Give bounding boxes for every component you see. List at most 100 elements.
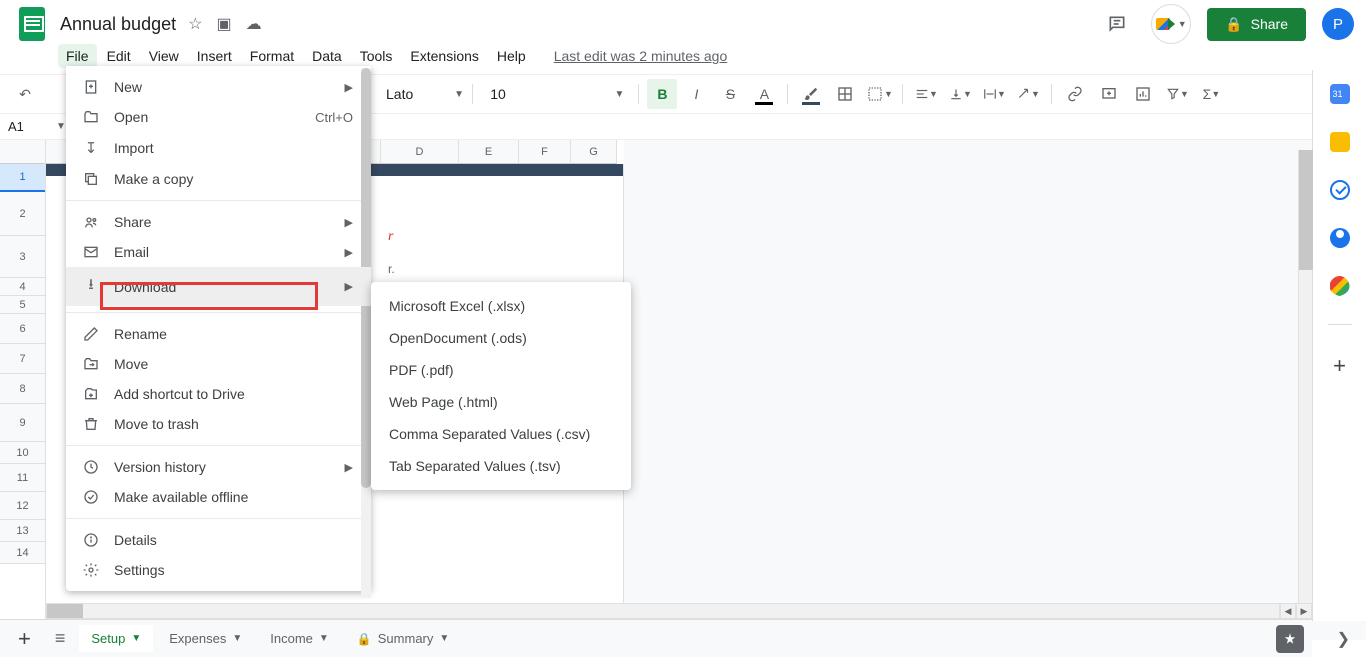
get-addons-button[interactable]: + <box>1333 353 1346 379</box>
insert-chart-button[interactable] <box>1128 79 1158 109</box>
undo-button[interactable]: ↶ <box>10 79 40 109</box>
borders-button[interactable] <box>830 79 860 109</box>
menu-item-email[interactable]: Email▶ <box>66 237 371 267</box>
calendar-icon[interactable] <box>1330 84 1350 104</box>
menu-item-download[interactable]: ⭳Download▶ <box>66 267 371 306</box>
insert-link-button[interactable] <box>1060 79 1090 109</box>
menu-item-offline[interactable]: Make available offline <box>66 482 371 512</box>
menu-item-rename[interactable]: Rename <box>66 319 371 349</box>
add-sheet-button[interactable]: + <box>8 626 41 652</box>
bold-button[interactable]: B <box>647 79 677 109</box>
meet-button[interactable]: ▼ <box>1151 4 1191 44</box>
menu-item-details[interactable]: Details <box>66 525 371 555</box>
horizontal-align-button[interactable]: ▼ <box>911 79 941 109</box>
row-header-12[interactable]: 12 <box>0 492 45 520</box>
history-icon <box>80 459 102 475</box>
menu-item-settings[interactable]: Settings <box>66 555 371 585</box>
col-header-g[interactable]: G <box>571 140 617 164</box>
name-box[interactable]: A1 <box>8 119 52 134</box>
menu-item-make-copy[interactable]: Make a copy <box>66 164 371 194</box>
hide-side-panel-button[interactable]: ❯ <box>1337 629 1350 649</box>
move-folder-icon[interactable]: ▣ <box>216 14 231 34</box>
rename-icon <box>80 326 102 342</box>
star-icon[interactable]: ☆ <box>188 14 202 34</box>
sheet-tab-income[interactable]: Income▼ <box>258 625 341 652</box>
download-pdf[interactable]: PDF (.pdf) <box>371 354 631 386</box>
row-header-4[interactable]: 4 <box>0 278 45 296</box>
explore-button[interactable] <box>1276 625 1304 653</box>
document-title[interactable]: Annual budget <box>60 14 176 35</box>
strikethrough-button[interactable]: S <box>715 79 745 109</box>
row-header-9[interactable]: 9 <box>0 404 45 442</box>
sheet-tab-setup[interactable]: Setup▼ <box>79 625 153 652</box>
download-tsv[interactable]: Tab Separated Values (.tsv) <box>371 450 631 482</box>
download-html[interactable]: Web Page (.html) <box>371 386 631 418</box>
sheet-tab-summary[interactable]: 🔒Summary▼ <box>345 625 461 652</box>
menu-item-new[interactable]: New▶ <box>66 72 371 102</box>
row-header-2[interactable]: 2 <box>0 192 45 236</box>
menu-insert[interactable]: Insert <box>189 44 240 68</box>
keep-icon[interactable] <box>1330 132 1350 152</box>
last-edit-link[interactable]: Last edit was 2 minutes ago <box>554 48 728 64</box>
contacts-icon[interactable] <box>1330 228 1350 248</box>
comments-icon[interactable] <box>1099 6 1135 42</box>
download-ods[interactable]: OpenDocument (.ods) <box>371 322 631 354</box>
text-rotation-button[interactable]: ▼ <box>1013 79 1043 109</box>
col-header-f[interactable]: F <box>519 140 571 164</box>
text-color-button[interactable]: A <box>749 79 779 109</box>
sheet-tab-expenses[interactable]: Expenses▼ <box>157 625 254 652</box>
menu-item-trash[interactable]: Move to trash <box>66 409 371 439</box>
maps-icon[interactable] <box>1330 276 1350 296</box>
trash-icon <box>80 416 102 432</box>
menu-file[interactable]: File <box>58 44 97 68</box>
account-avatar[interactable]: P <box>1322 8 1354 40</box>
insert-comment-button[interactable] <box>1094 79 1124 109</box>
menu-item-add-shortcut[interactable]: Add shortcut to Drive <box>66 379 371 409</box>
download-xlsx[interactable]: Microsoft Excel (.xlsx) <box>371 290 631 322</box>
menu-item-share[interactable]: Share▶ <box>66 207 371 237</box>
menu-tools[interactable]: Tools <box>352 44 401 68</box>
row-header-6[interactable]: 6 <box>0 314 45 344</box>
filter-button[interactable]: ▼ <box>1162 79 1192 109</box>
menu-format[interactable]: Format <box>242 44 302 68</box>
fill-color-button[interactable] <box>796 79 826 109</box>
name-box-dropdown-icon[interactable]: ▼ <box>56 121 66 132</box>
font-size-input[interactable]: 10 <box>481 86 515 102</box>
row-header-7[interactable]: 7 <box>0 344 45 374</box>
row-header-3[interactable]: 3 <box>0 236 45 278</box>
text-wrap-button[interactable]: ▼ <box>979 79 1009 109</box>
menu-item-open[interactable]: OpenCtrl+O <box>66 102 371 132</box>
select-all-corner[interactable] <box>0 140 45 164</box>
row-header-1[interactable]: 1 <box>0 164 45 192</box>
menu-view[interactable]: View <box>141 44 187 68</box>
menu-item-move[interactable]: Move <box>66 349 371 379</box>
horizontal-scrollbar[interactable]: ◀ ▶ <box>46 603 1312 619</box>
share-button[interactable]: 🔒Share <box>1207 8 1306 41</box>
sheets-logo[interactable] <box>12 4 52 44</box>
col-header-d[interactable]: D <box>381 140 459 164</box>
download-csv[interactable]: Comma Separated Values (.csv) <box>371 418 631 450</box>
merge-cells-button[interactable]: ▼ <box>864 79 894 109</box>
all-sheets-button[interactable]: ≡ <box>45 628 76 649</box>
col-header-e[interactable]: E <box>459 140 519 164</box>
row-header-13[interactable]: 13 <box>0 520 45 542</box>
font-family-selector[interactable]: Lato▼ <box>382 86 464 102</box>
menu-data[interactable]: Data <box>304 44 350 68</box>
menu-help[interactable]: Help <box>489 44 534 68</box>
menu-edit[interactable]: Edit <box>99 44 139 68</box>
italic-button[interactable]: I <box>681 79 711 109</box>
row-header-10[interactable]: 10 <box>0 442 45 464</box>
row-header-8[interactable]: 8 <box>0 374 45 404</box>
tasks-icon[interactable] <box>1330 180 1350 200</box>
row-header-14[interactable]: 14 <box>0 542 45 564</box>
cloud-status-icon[interactable]: ☁ <box>246 14 262 34</box>
vertical-scrollbar[interactable] <box>1298 150 1312 603</box>
functions-button[interactable]: Σ▼ <box>1196 79 1226 109</box>
row-header-5[interactable]: 5 <box>0 296 45 314</box>
vertical-align-button[interactable]: ▼ <box>945 79 975 109</box>
menu-item-import[interactable]: ↧Import <box>66 132 371 164</box>
menu-item-version-history[interactable]: Version history▶ <box>66 452 371 482</box>
download-submenu: Microsoft Excel (.xlsx) OpenDocument (.o… <box>371 282 631 490</box>
row-header-11[interactable]: 11 <box>0 464 45 492</box>
menu-extensions[interactable]: Extensions <box>402 44 486 68</box>
